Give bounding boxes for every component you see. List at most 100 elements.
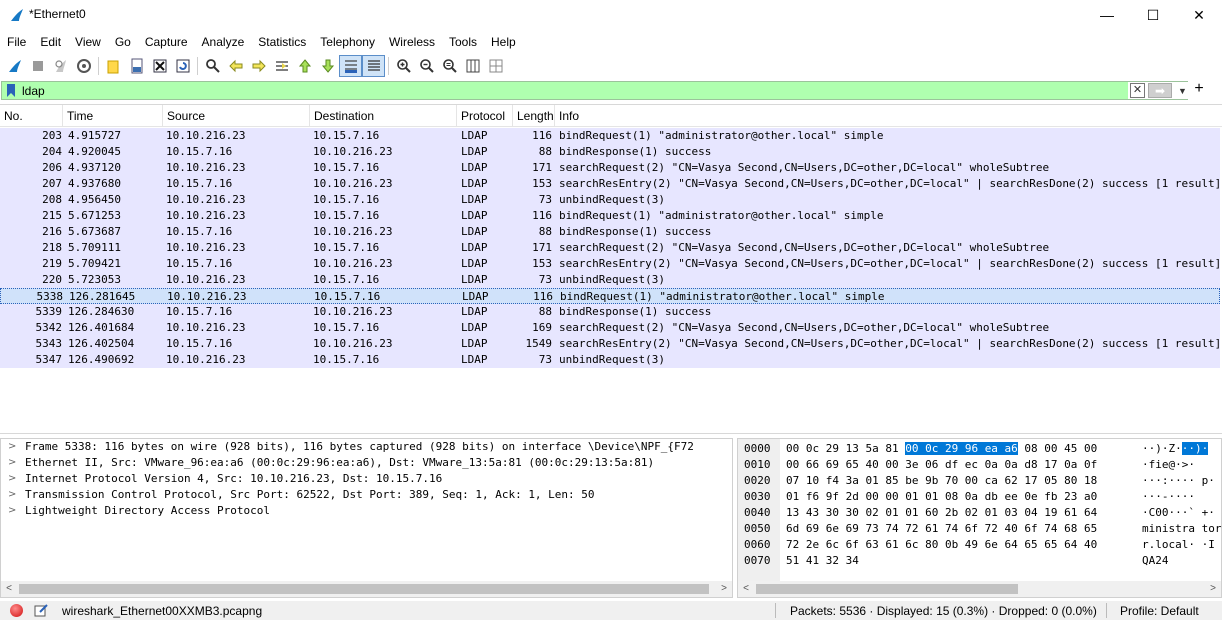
scroll-left-arrow[interactable]: < [1, 581, 17, 597]
chevron-right-icon[interactable]: > [8, 439, 16, 455]
start-capture-button[interactable] [3, 55, 26, 77]
packet-src: 10.15.7.16 [166, 145, 233, 158]
detail-tree-item[interactable]: > Ethernet II, Src: VMware_96:ea:a6 (00:0… [1, 455, 732, 471]
packet-row[interactable]: 207 4.937680 10.15.7.16 10.10.216.23 LDAP 153… [0, 176, 1220, 192]
menu-tools[interactable]: Tools [442, 32, 484, 52]
ascii-bytes: ·fie@·>· [1142, 458, 1195, 471]
packet-row[interactable]: 220 5.723053 10.10.216.23 10.15.7.16 LDAP 73 u… [0, 272, 1220, 288]
detail-tree-item[interactable]: > Frame 5338: 116 bytes on wire (928 bits… [1, 439, 732, 455]
chevron-right-icon[interactable]: > [8, 471, 16, 487]
column-length[interactable]: Length [513, 105, 555, 127]
save-file-button[interactable] [125, 55, 148, 77]
packet-row[interactable]: 5343 126.402504 10.15.7.16 10.10.216.23 LDAP… [0, 336, 1220, 352]
menu-capture[interactable]: Capture [138, 32, 195, 52]
menu-wireless[interactable]: Wireless [382, 32, 442, 52]
maximize-button[interactable]: ☐ [1130, 0, 1176, 30]
go-back-button[interactable] [224, 55, 247, 77]
packet-dst: 10.10.216.23 [313, 177, 393, 190]
packet-dst: 10.15.7.16 [313, 129, 380, 142]
add-filter-button[interactable]: + [1192, 80, 1206, 98]
chevron-right-icon[interactable]: > [8, 455, 16, 471]
hex-row[interactable]: 0040 13 43 30 30 02 01 01 60 2b 02 01 03 … [738, 505, 1221, 521]
column-no[interactable]: No. [0, 105, 63, 127]
column-protocol[interactable]: Protocol [457, 105, 513, 127]
packet-row[interactable]: 218 5.709111 10.10.216.23 10.15.7.16 LDAP 171… [0, 240, 1220, 256]
detail-tree-item[interactable]: > Internet Protocol Version 4, Src: 10.10… [1, 471, 732, 487]
scroll-right-arrow[interactable]: > [1205, 581, 1221, 597]
packet-len: 73 [538, 193, 552, 206]
hex-offset: 0000 [744, 442, 771, 455]
filter-history-dropdown[interactable]: ▼ [1178, 86, 1187, 96]
packet-row[interactable]: 5347 126.490692 10.10.216.23 10.15.7.16 LDAP… [0, 352, 1220, 368]
go-first-button[interactable] [293, 55, 316, 77]
go-last-button[interactable] [316, 55, 339, 77]
hex-row[interactable]: 0050 6d 69 6e 69 73 74 72 61 74 6f 72 40 … [738, 521, 1221, 537]
menu-telephony[interactable]: Telephony [313, 32, 382, 52]
packet-row[interactable]: 206 4.937120 10.10.216.23 10.15.7.16 LDAP 171… [0, 160, 1220, 176]
capture-comment-icon[interactable] [33, 602, 49, 618]
menu-edit[interactable]: Edit [33, 32, 68, 52]
hex-row[interactable]: 0000 00 0c 29 13 5a 81 00 0c 29 96 ea a6 … [738, 441, 1221, 457]
close-file-button[interactable] [148, 55, 171, 77]
detail-tree-item[interactable]: > Transmission Control Protocol, Src Port… [1, 487, 732, 503]
hex-row[interactable]: 0070 51 41 32 34 QA24 [738, 553, 1221, 569]
find-packet-button[interactable] [201, 55, 224, 77]
menu-analyze[interactable]: Analyze [195, 32, 252, 52]
packet-row[interactable]: 219 5.709421 10.15.7.16 10.10.216.23 LDAP 153… [0, 256, 1220, 272]
chevron-right-icon[interactable]: > [8, 487, 16, 503]
packet-row[interactable]: 5338 126.281645 10.10.216.23 10.15.7.16 LDAP… [0, 288, 1220, 304]
column-destination[interactable]: Destination [310, 105, 457, 127]
packet-row[interactable]: 5339 126.284630 10.15.7.16 10.10.216.23 LDAP… [0, 304, 1220, 320]
packet-row[interactable]: 203 4.915727 10.10.216.23 10.15.7.16 LDAP 116… [0, 128, 1220, 144]
scrollbar-thumb[interactable] [19, 584, 709, 594]
packet-row[interactable]: 216 5.673687 10.15.7.16 10.10.216.23 LDAP 88 b… [0, 224, 1220, 240]
hex-row[interactable]: 0010 00 66 69 65 40 00 3e 06 df ec 0a 0a … [738, 457, 1221, 473]
colorize-button[interactable] [362, 55, 385, 77]
autoscroll-button[interactable] [339, 55, 362, 77]
restart-capture-button[interactable] [49, 55, 72, 77]
bookmark-icon[interactable] [4, 83, 18, 98]
packet-row[interactable]: 215 5.671253 10.10.216.23 10.15.7.16 LDAP 116… [0, 208, 1220, 224]
column-info[interactable]: Info [555, 105, 1222, 127]
hex-row[interactable]: 0060 72 2e 6c 6f 63 61 6c 80 0b 49 6e 64 … [738, 537, 1221, 553]
scroll-left-arrow[interactable]: < [738, 581, 754, 597]
bytes-horizontal-scrollbar[interactable]: < > [738, 581, 1221, 597]
scroll-right-arrow[interactable]: > [716, 581, 732, 597]
stop-capture-button[interactable] [26, 55, 49, 77]
zoom-out-button[interactable] [415, 55, 438, 77]
zoom-normal-button[interactable] [438, 55, 461, 77]
close-button[interactable]: ✕ [1176, 0, 1222, 30]
resize-columns-button[interactable] [461, 55, 484, 77]
details-horizontal-scrollbar[interactable]: < > [1, 581, 732, 597]
zoom-in-button[interactable] [392, 55, 415, 77]
hex-row[interactable]: 0030 01 f6 9f 2d 00 00 01 01 08 0a db ee … [738, 489, 1221, 505]
chevron-right-icon[interactable]: > [8, 503, 16, 519]
capture-options-button[interactable] [72, 55, 95, 77]
reload-file-button[interactable] [171, 55, 194, 77]
clear-filter-button[interactable]: ✕ [1130, 83, 1145, 98]
menu-statistics[interactable]: Statistics [251, 32, 313, 52]
expert-info-icon[interactable] [10, 604, 23, 617]
column-layout-button[interactable] [484, 55, 507, 77]
hex-row[interactable]: 0020 07 10 f4 3a 01 85 be 9b 70 00 ca 62 … [738, 473, 1221, 489]
detail-tree-item[interactable]: > Lightweight Directory Access Protocol [1, 503, 732, 519]
minimize-button[interactable]: — [1084, 0, 1130, 30]
column-time[interactable]: Time [63, 105, 163, 127]
packet-row[interactable]: 5342 126.401684 10.10.216.23 10.15.7.16 LDAP… [0, 320, 1220, 336]
packet-list[interactable]: No. Time Source Destination Protocol Len… [0, 104, 1222, 434]
go-forward-button[interactable] [247, 55, 270, 77]
go-to-packet-button[interactable] [270, 55, 293, 77]
open-file-button[interactable] [102, 55, 125, 77]
menu-file[interactable]: File [0, 32, 33, 52]
display-filter-input[interactable] [22, 83, 1127, 98]
menu-go[interactable]: Go [108, 32, 138, 52]
apply-filter-button[interactable]: ➡ [1148, 83, 1172, 98]
status-separator [775, 603, 776, 618]
menu-help[interactable]: Help [484, 32, 523, 52]
packet-row[interactable]: 204 4.920045 10.15.7.16 10.10.216.23 LDAP 88 b… [0, 144, 1220, 160]
scrollbar-thumb[interactable] [756, 584, 1018, 594]
profile-selector[interactable]: Profile: Default [1120, 604, 1199, 618]
packet-row[interactable]: 208 4.956450 10.10.216.23 10.15.7.16 LDAP 73 u… [0, 192, 1220, 208]
column-source[interactable]: Source [163, 105, 310, 127]
menu-view[interactable]: View [68, 32, 108, 52]
